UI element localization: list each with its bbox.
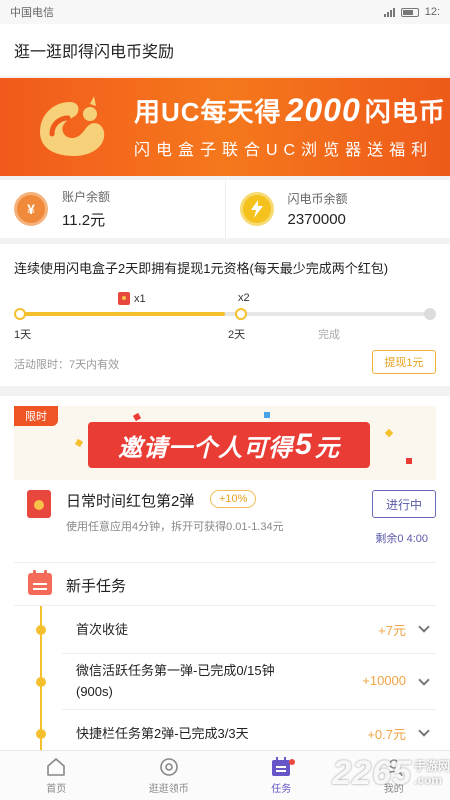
account-balance-value: 11.2元 [62, 212, 106, 229]
banner-headline-number: 2000 [285, 92, 361, 128]
task-item-text: 微信活跃任务第一弹-已完成0/15钟(900s) [76, 663, 275, 699]
progress-fill [20, 312, 225, 316]
tab-tasks-label: 任务 [271, 783, 292, 795]
task-item-reward: +7元 [378, 623, 406, 638]
day-label-done: 完成 [318, 329, 340, 341]
invite-promo-ribbon: 邀请一个人可得 5 元 [88, 422, 370, 468]
chevron-down-icon [418, 621, 430, 633]
uc-squirrel-logo-icon [40, 96, 105, 156]
chevron-down-icon [418, 725, 430, 737]
red-packet-task[interactable]: 日常时间红包第2弹 +10% 使用任意应用4分钟，拆开可获得0.01-1.34元… [0, 482, 450, 554]
checkin-title: 连续使用闪电盒子2天即拥有提现1元资格(每天最少完成两个红包) [14, 261, 389, 276]
balance-row: ¥ 账户余额 11.2元 闪电币余额 2370000 [0, 180, 450, 238]
invite-promo-suffix: 元 [314, 434, 340, 462]
bonus-badge: +10% [210, 490, 257, 508]
banner-headline-prefix: 用UC每天得 [134, 97, 282, 127]
confetti-piece [74, 438, 84, 448]
invite-promo-prefix: 邀请一个人可得 [118, 434, 294, 462]
page-title-bar: 逛一逛即得闪电币奖励 [0, 24, 450, 76]
checkin-progress-card: 连续使用闪电盒子2天即拥有提现1元资格(每天最少完成两个红包) x1 x2 1天… [0, 244, 450, 386]
task-item-first-apprentice[interactable]: 首次收徒 +7元 [36, 606, 436, 654]
day-label-2: 2天 [228, 329, 246, 341]
progress-node-end [424, 308, 436, 320]
timeline-dot [36, 625, 46, 635]
progress-node-day2 [235, 308, 247, 320]
red-packet-mini-icon [118, 292, 130, 305]
red-packet-marker: x1 [118, 292, 146, 305]
red-packet-icon [27, 490, 51, 518]
confetti-piece [384, 428, 394, 438]
progress-node-day1 [14, 308, 26, 320]
confetti-piece [132, 412, 142, 422]
tab-browse-earn-label: 逛逛领币 [148, 783, 189, 795]
task-item-wechat-active[interactable]: 微信活跃任务第一弹-已完成0/15钟(900s) +10000 [36, 654, 436, 710]
clock-label: 12: [424, 6, 440, 18]
banner-subline: 闪电盒子联合UC浏览器送福利 [134, 142, 434, 159]
watermark-line2: .com [413, 773, 442, 787]
task-item-text: 首次收徒 [76, 622, 129, 637]
timeline-dot [36, 677, 46, 687]
flash-coin-balance[interactable]: 闪电币余额 2370000 [224, 180, 450, 238]
signal-icon [383, 7, 395, 17]
site-watermark: 2265 手游网 .com [332, 752, 450, 794]
tab-home[interactable]: 首页 [0, 751, 113, 800]
withdraw-button[interactable]: 提现1元 [372, 350, 436, 374]
invite-promo-banner[interactable]: 限时 邀请一个人可得 5 元 [14, 406, 436, 480]
watermark-line1: 手游网 [413, 759, 450, 773]
tab-tasks[interactable]: 任务 [225, 751, 338, 800]
task-item-reward: +10000 [362, 673, 406, 688]
marker-x1-label: x1 [134, 292, 146, 305]
uc-promo-banner[interactable]: 用UC每天得 2000 闪电币 闪电盒子联合UC浏览器送福利 [0, 78, 450, 176]
marker-x2-label: x2 [238, 292, 250, 304]
task-card: 限时 邀请一个人可得 5 元 日常时间红包第2弹 +10% 使用任意应用4分钟，拆开… [0, 396, 450, 800]
invite-promo-number: 5 [295, 428, 313, 461]
timeline-dot [36, 729, 46, 739]
notification-dot [289, 759, 295, 765]
account-balance[interactable]: ¥ 账户余额 11.2元 [0, 180, 225, 238]
remaining-time: 剩余0 4:00 [375, 533, 428, 545]
home-icon [47, 757, 66, 776]
yuan-coin-icon: ¥ [14, 192, 48, 226]
newbie-tasks-title: 新手任务 [66, 578, 127, 595]
in-progress-button[interactable]: 进行中 [372, 490, 436, 518]
status-icons: 12: [383, 6, 440, 18]
eye-icon [159, 757, 178, 776]
app-screen: 中国电信 12: 逛一逛即得闪电币奖励 用UC每天得 2000 闪电币 闪电盒子联合… [0, 0, 450, 800]
limited-time-tag: 限时 [14, 406, 58, 426]
task-item-text: 快捷栏任务第2弹-已完成3/3天 [76, 726, 249, 741]
carrier-label: 中国电信 [10, 7, 54, 19]
banner-headline-suffix: 闪电币 [364, 97, 446, 127]
chevron-down-icon [418, 674, 430, 686]
day-label-1: 1天 [14, 329, 32, 341]
task-item-reward: +0.7元 [367, 727, 406, 742]
watermark-number: 2265 [332, 753, 412, 792]
page-title: 逛一逛即得闪电币奖励 [14, 44, 175, 61]
status-bar: 中国电信 12: [0, 0, 450, 24]
tab-home-label: 首页 [46, 783, 67, 795]
flash-coin-balance-value: 2370000 [287, 211, 346, 228]
red-packet-task-title: 日常时间红包第2弹 [66, 493, 195, 510]
battery-icon [400, 7, 419, 17]
banner-headline: 用UC每天得 2000 闪电币 [134, 92, 446, 129]
red-packet-task-desc: 使用任意应用4分钟，拆开可获得0.01-1.34元 [66, 521, 284, 533]
confetti-piece [264, 412, 270, 418]
newbie-tasks-header: 新手任务 [14, 562, 436, 606]
activity-limit-text: 活动限时：7天内有效 [14, 359, 120, 371]
account-balance-label: 账户余额 [62, 190, 111, 204]
lightning-coin-icon [239, 192, 274, 226]
confetti-piece [406, 458, 412, 464]
flash-coin-balance-label: 闪电币余额 [287, 192, 348, 206]
calendar-icon [28, 570, 52, 595]
tab-browse-earn[interactable]: 逛逛领币 [113, 751, 226, 800]
